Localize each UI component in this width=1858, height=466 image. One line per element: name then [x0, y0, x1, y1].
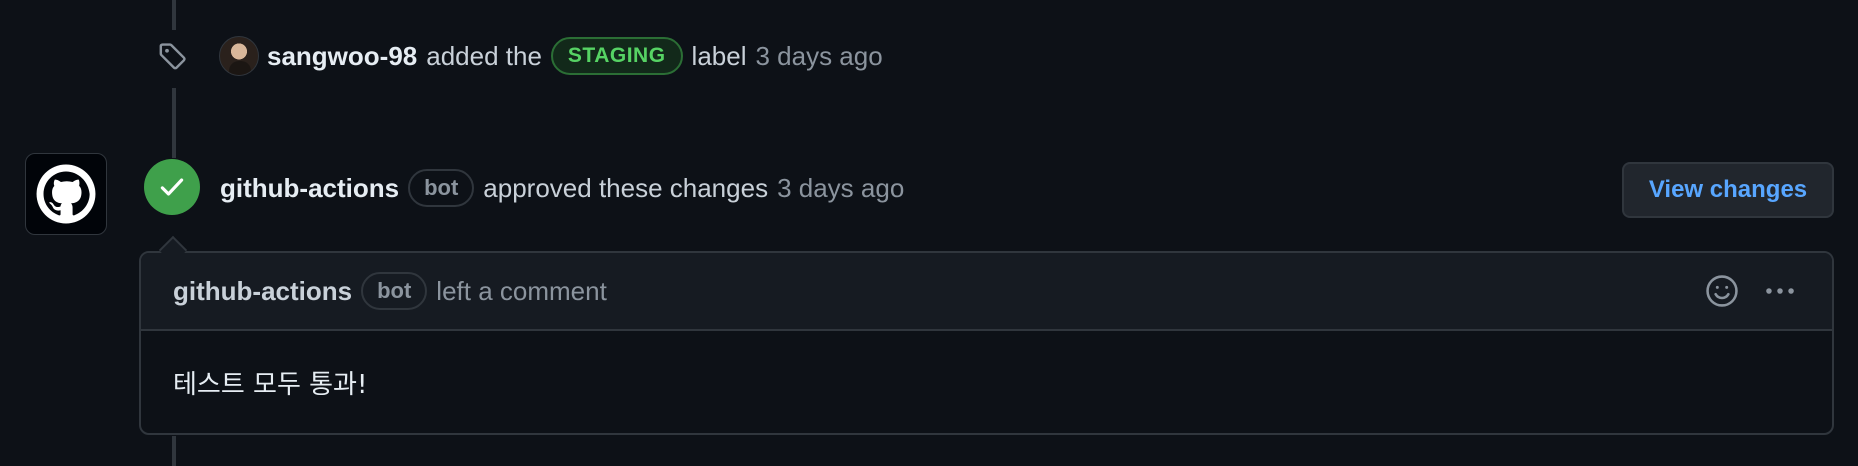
- comment-box: github-actions bot left a comment 테스트 모두…: [139, 251, 1834, 435]
- github-mark-icon: [36, 164, 96, 224]
- view-changes-button[interactable]: View changes: [1622, 162, 1834, 218]
- staging-label-badge[interactable]: STAGING: [550, 37, 683, 75]
- timeline-line-bottom: [172, 436, 176, 466]
- comment-options-button[interactable]: [1758, 269, 1802, 313]
- add-reaction-button[interactable]: [1700, 269, 1744, 313]
- check-icon: [160, 178, 184, 196]
- user-avatar[interactable]: [219, 36, 259, 76]
- approved-status-badge: [144, 159, 200, 215]
- review-header: github-actions bot approved these change…: [220, 166, 904, 210]
- review-timestamp[interactable]: 3 days ago: [777, 173, 904, 204]
- smiley-icon: [1706, 275, 1738, 307]
- tag-icon: [155, 38, 191, 74]
- comment-header: github-actions bot left a comment: [141, 253, 1832, 331]
- review-action-text: approved these changes: [483, 172, 769, 203]
- timeline-line-top: [172, 0, 176, 30]
- label-event: sangwoo-98 added the STAGING label 3 day…: [155, 36, 883, 76]
- comment-bot-badge: bot: [361, 272, 428, 310]
- comment-body: 테스트 모두 통과!: [173, 369, 368, 400]
- github-actions-avatar[interactable]: [25, 153, 107, 235]
- event-action-suffix: label: [691, 40, 747, 71]
- event-timestamp[interactable]: 3 days ago: [755, 41, 882, 72]
- review-author-link[interactable]: github-actions: [220, 173, 399, 204]
- kebab-horizontal-icon: [1766, 288, 1794, 294]
- label-event-text: sangwoo-98 added the STAGING label 3 day…: [259, 37, 883, 75]
- event-author-link[interactable]: sangwoo-98: [267, 41, 417, 72]
- comment-action-text: left a comment: [436, 275, 607, 306]
- bot-badge: bot: [408, 169, 475, 207]
- event-action-prefix: added the: [426, 40, 542, 71]
- timeline-line-middle: [172, 88, 176, 158]
- comment-author-link[interactable]: github-actions: [173, 276, 352, 307]
